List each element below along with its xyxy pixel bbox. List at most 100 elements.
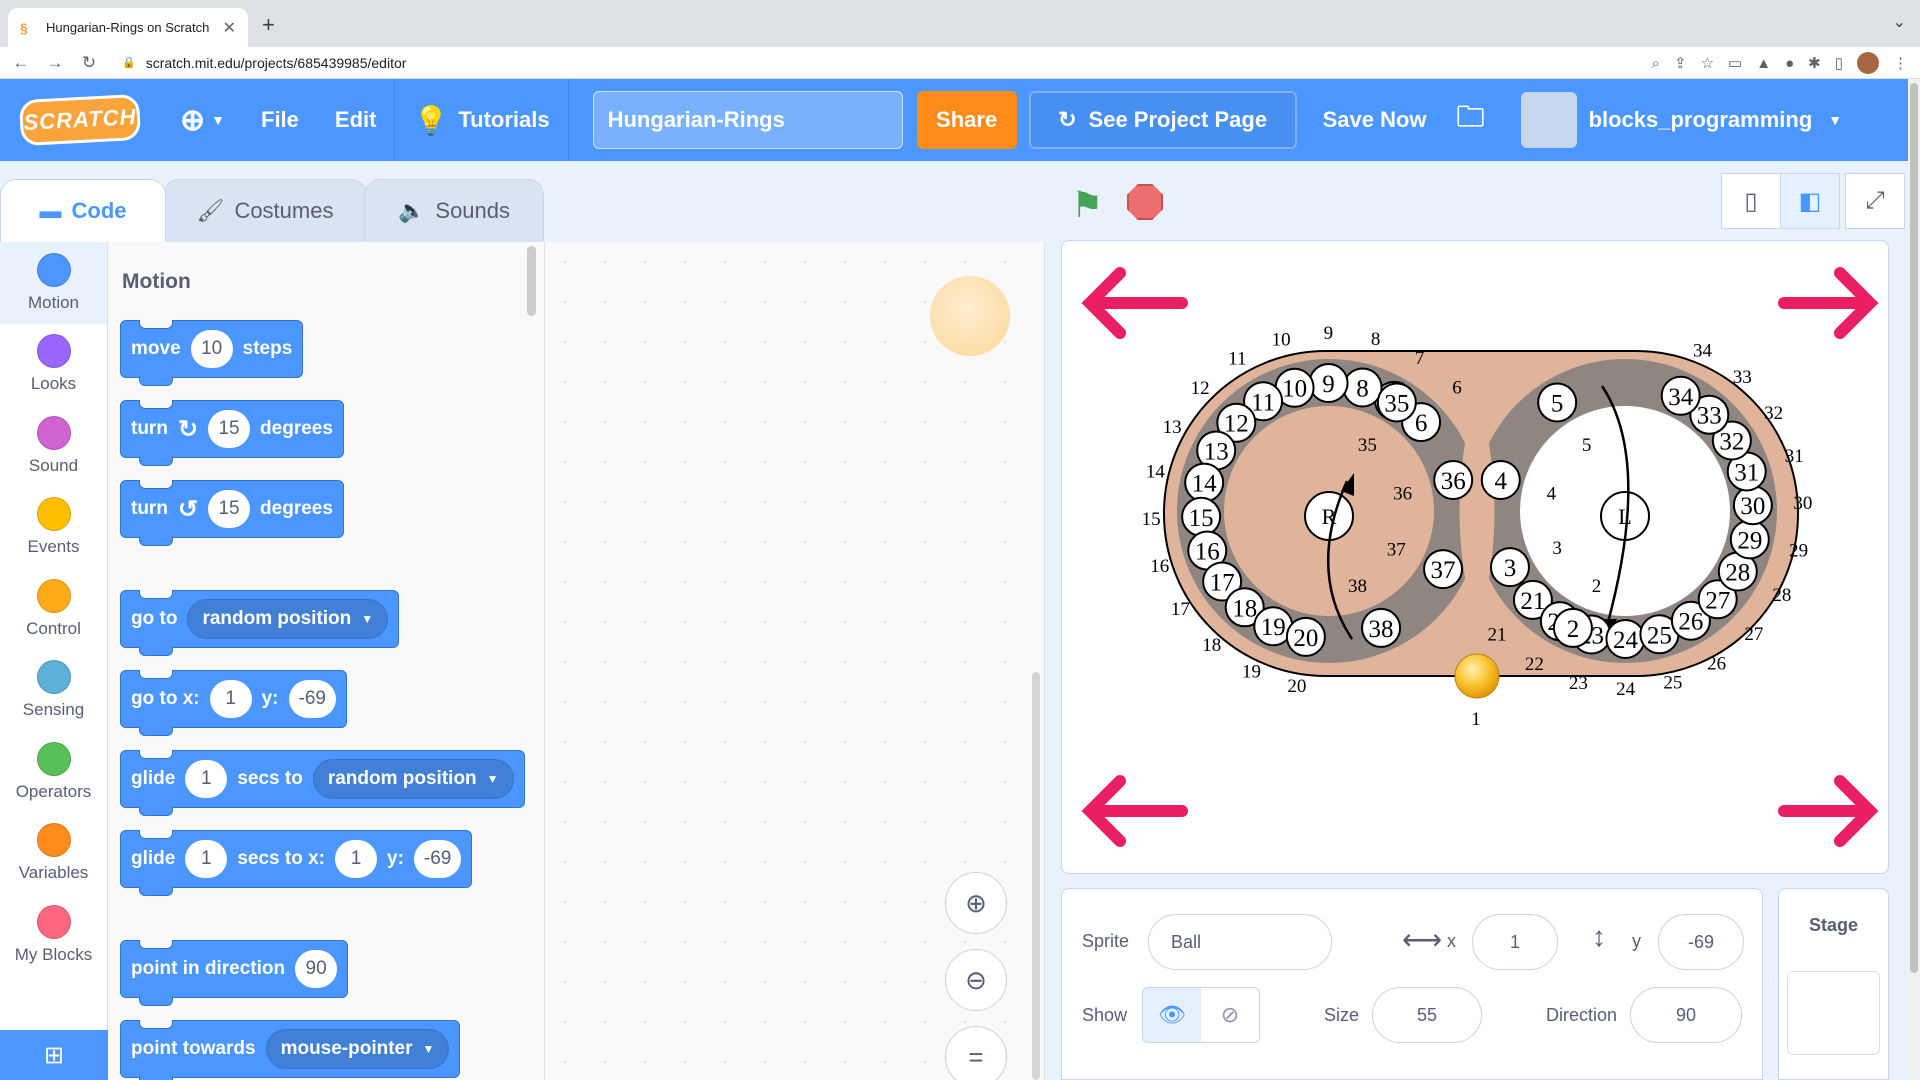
block-point-towards[interactable]: point towards mouse-pointer ▼: [120, 1020, 461, 1080]
tab-costumes[interactable]: 🖌 Costumes: [163, 179, 367, 242]
block-move-steps[interactable]: move 10 steps: [120, 320, 304, 386]
category-operators[interactable]: Operators: [0, 731, 107, 813]
goto-target-dropdown[interactable]: random position ▼: [187, 599, 389, 639]
ring-ball[interactable]: 30: [1732, 485, 1773, 526]
point-target-dropdown[interactable]: mouse-pointer ▼: [265, 1029, 450, 1069]
extensions-icon[interactable]: ✱: [1808, 54, 1821, 72]
normal-stage-button[interactable]: ◧: [1780, 173, 1840, 229]
block-go-to-xy[interactable]: go to x: 1 y: -69: [120, 670, 347, 736]
category-variables[interactable]: Variables: [0, 813, 107, 895]
sidepanel-icon[interactable]: ▯: [1835, 54, 1843, 72]
share-button[interactable]: Share: [916, 91, 1017, 149]
y-input[interactable]: -69: [1658, 914, 1744, 970]
save-now-button[interactable]: Save Now: [1323, 107, 1427, 133]
file-menu[interactable]: File: [243, 79, 317, 161]
cast-icon[interactable]: ▭: [1728, 54, 1742, 72]
block-glide-to-xy[interactable]: glide 1 secs to x: 1 y: -69: [120, 830, 473, 896]
see-project-page-button[interactable]: ↻ See Project Page: [1028, 91, 1297, 149]
ring-ball[interactable]: 35: [1376, 382, 1417, 423]
show-eye-icon[interactable]: 👁: [1143, 988, 1201, 1042]
tutorials-button[interactable]: 💡 Tutorials: [395, 79, 567, 161]
y-input[interactable]: -69: [288, 680, 336, 718]
ring-ball[interactable]: 9: [1308, 363, 1349, 404]
drive-icon[interactable]: ▲: [1756, 55, 1771, 72]
category-sensing[interactable]: Sensing: [0, 650, 107, 732]
ball-sprite[interactable]: [1454, 653, 1500, 699]
stage-target-panel[interactable]: Stage: [1778, 888, 1889, 1080]
y-input[interactable]: -69: [413, 840, 462, 878]
ring-ball[interactable]: 24: [1605, 618, 1646, 659]
ring-ball[interactable]: 38: [1361, 607, 1402, 648]
ring-ball[interactable]: 36: [1433, 460, 1474, 501]
grammarly-icon[interactable]: ●: [1785, 55, 1794, 72]
ring-ball[interactable]: 20: [1285, 616, 1326, 657]
add-extension-button[interactable]: ⊞: [0, 1030, 108, 1080]
zoom-out-button[interactable]: ⊖: [945, 949, 1007, 1011]
stage-canvas[interactable]: R L 678910111213141516171819203536373821…: [1061, 240, 1889, 874]
lock-icon[interactable]: 🔒: [122, 56, 136, 69]
degrees-input[interactable]: 15: [208, 410, 251, 448]
edit-menu[interactable]: Edit: [317, 79, 395, 161]
block-turn-left[interactable]: turn ↺ 15 degrees: [120, 480, 344, 546]
window-scrollbar-thumb[interactable]: [1910, 83, 1918, 973]
tab-search-icon[interactable]: ⌄: [1893, 12, 1906, 32]
ring-ball[interactable]: 5: [1537, 382, 1578, 423]
stage-thumbnail[interactable]: [1787, 971, 1880, 1055]
project-title-input[interactable]: Hungarian-Rings: [592, 91, 903, 149]
close-tab-icon[interactable]: ✕: [223, 18, 236, 38]
steps-input[interactable]: 10: [190, 330, 233, 368]
ring-ball[interactable]: 34: [1660, 375, 1701, 416]
reload-icon[interactable]: ↻: [76, 53, 102, 73]
x-input[interactable]: 1: [209, 680, 252, 718]
my-stuff-folder-icon[interactable]: 🗀: [1457, 96, 1485, 144]
size-input[interactable]: 55: [1372, 987, 1482, 1043]
zoom-icon[interactable]: ⌕: [1652, 55, 1660, 72]
x-input[interactable]: 1: [1472, 914, 1558, 970]
block-turn-right[interactable]: turn ↻ 15 degrees: [120, 400, 344, 466]
ring-ball[interactable]: 37: [1423, 549, 1464, 590]
block-glide-to[interactable]: glide 1 secs to random position ▼: [120, 750, 525, 816]
category-motion[interactable]: Motion: [0, 242, 107, 324]
top-right-arrow-icon[interactable]: [1778, 267, 1879, 339]
small-stage-button[interactable]: ▯: [1721, 173, 1781, 229]
secs-input[interactable]: 1: [185, 760, 228, 798]
bookmark-star-icon[interactable]: ☆: [1701, 54, 1714, 72]
ring-ball[interactable]: 4: [1480, 460, 1521, 501]
ring-ball[interactable]: 15: [1181, 496, 1222, 537]
window-scrollbar[interactable]: [1908, 79, 1920, 1080]
back-icon[interactable]: ←: [8, 53, 34, 73]
top-left-arrow-icon[interactable]: [1081, 267, 1188, 339]
tab-code[interactable]: ▬ Code: [0, 179, 166, 242]
profile-avatar[interactable]: [1857, 52, 1879, 74]
tab-sounds[interactable]: 🔈 Sounds: [364, 179, 544, 242]
direction-input[interactable]: 90: [1630, 987, 1742, 1043]
category-my-blocks[interactable]: My Blocks: [0, 894, 107, 976]
category-events[interactable]: Events: [0, 487, 107, 569]
zoom-in-button[interactable]: ⊕: [945, 872, 1007, 934]
category-control[interactable]: Control: [0, 568, 107, 650]
stop-sign-icon[interactable]: [1127, 184, 1163, 220]
language-menu[interactable]: ⊕ ▼: [162, 79, 243, 161]
forward-icon[interactable]: →: [42, 53, 68, 73]
ring-ball[interactable]: 2: [1552, 607, 1593, 648]
palette-scrollbar[interactable]: [527, 246, 536, 316]
browser-tab[interactable]: § Hungarian-Rings on Scratch ✕: [8, 8, 248, 47]
category-sound[interactable]: Sound: [0, 405, 107, 487]
account-menu[interactable]: blocks_programming ▼: [1520, 92, 1842, 148]
block-go-to[interactable]: go to random position ▼: [120, 590, 400, 656]
share-page-icon[interactable]: ⇪: [1674, 54, 1687, 72]
zoom-reset-button[interactable]: =: [945, 1026, 1007, 1080]
green-flag-icon[interactable]: ⚑: [1071, 184, 1103, 226]
hide-eye-icon[interactable]: ⊘: [1201, 988, 1259, 1042]
ring-ball[interactable]: 14: [1184, 462, 1225, 503]
script-area[interactable]: ⊕ ⊖ =: [545, 242, 1045, 1080]
sprite-name-input[interactable]: Ball: [1148, 914, 1332, 970]
direction-input[interactable]: 90: [295, 950, 338, 988]
x-input[interactable]: 1: [335, 840, 377, 878]
script-scrollbar[interactable]: [1032, 672, 1040, 1080]
block-point-in-direction[interactable]: point in direction 90: [120, 940, 349, 1006]
bottom-right-arrow-icon[interactable]: [1778, 775, 1879, 847]
scratch-logo[interactable]: SCRATCH: [18, 93, 142, 147]
glide-target-dropdown[interactable]: random position ▼: [312, 759, 514, 799]
category-looks[interactable]: Looks: [0, 324, 107, 406]
